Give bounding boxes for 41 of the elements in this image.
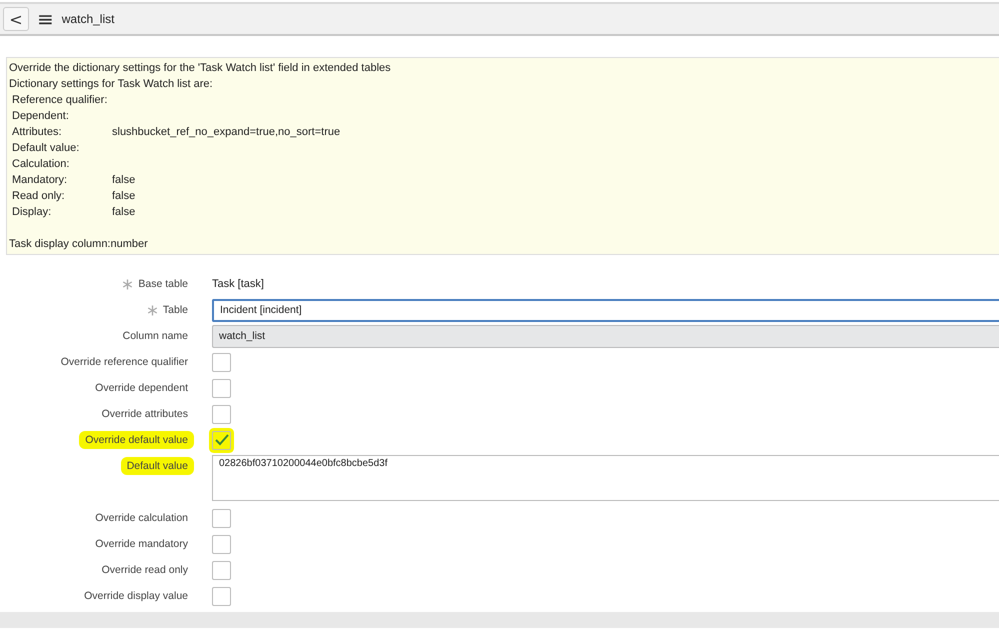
info-text: Task display column:number <box>9 237 149 252</box>
text-area[interactable]: 02826bf03710200044e0bfc8bcbe5d3f <box>212 455 999 501</box>
field-label: Override display value <box>84 589 188 604</box>
field-label: Override attributes <box>102 407 188 422</box>
checkbox[interactable] <box>212 586 231 606</box>
field-label: Override calculation <box>95 511 188 526</box>
checkbox[interactable] <box>212 560 231 580</box>
setting-label: Mandatory: <box>12 173 68 188</box>
menu-button[interactable]: ≡ <box>37 9 54 29</box>
setting-value: slushbucket_ref_no_expand=true,no_sort=true <box>112 125 340 140</box>
checkbox[interactable] <box>212 404 231 424</box>
record-title: watch_list <box>62 12 114 26</box>
input-field[interactable]: Incident [incident] <box>212 298 999 322</box>
setting-label: Display: <box>12 205 52 220</box>
checkbox[interactable] <box>212 534 231 554</box>
setting-label: Attributes: <box>12 125 63 140</box>
input-field[interactable]: watch_list <box>212 324 999 348</box>
field-label: Table <box>162 303 188 318</box>
field-label: Override dependent <box>95 381 188 396</box>
back-button[interactable]: < <box>3 7 29 31</box>
setting-label: Reference qualifier: <box>12 93 108 108</box>
setting-value: false <box>112 189 136 204</box>
info-text: Dictionary settings for Task Watch list are: <box>9 77 214 92</box>
field-value: Task [task] <box>212 278 264 290</box>
field-label: Default value <box>120 457 194 475</box>
setting-label: Default value: <box>12 141 80 156</box>
checkbox[interactable] <box>212 508 231 528</box>
setting-label: Dependent: <box>12 109 70 124</box>
field-label: Override reference qualifier <box>60 355 188 370</box>
field-label: Column name <box>122 329 188 344</box>
setting-label: Read only: <box>12 189 66 204</box>
field-label: Override default value <box>79 431 194 449</box>
field-label: Override read only <box>102 563 188 578</box>
checkbox[interactable] <box>212 378 231 398</box>
info-heading: Override the dictionary settings for the 'Task Watch list' field in extended tables <box>9 61 392 76</box>
checkbox[interactable] <box>212 352 231 372</box>
field-label: Override mandatory <box>95 537 188 552</box>
field-label: Base table <box>138 277 188 292</box>
setting-value: false <box>112 205 136 220</box>
setting-value: false <box>112 173 136 188</box>
setting-label: Calculation: <box>12 157 70 172</box>
